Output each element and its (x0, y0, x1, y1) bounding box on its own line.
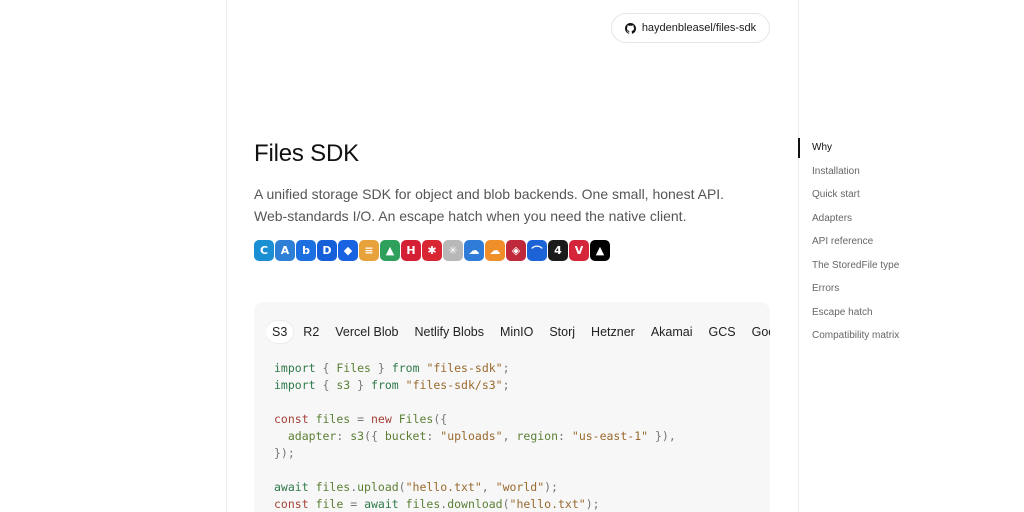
code-line: const file = await files.download("hello… (274, 497, 600, 511)
code-line: const files = new Files({ (274, 412, 448, 426)
dropbox-logo: ◆ (338, 240, 358, 261)
toc-item-installation[interactable]: Installation (798, 160, 899, 184)
code-line: import { Files } from "files-sdk"; (274, 361, 510, 375)
wasabi-logo: ✱ (422, 240, 442, 261)
backblaze-logo: ≡ (359, 240, 379, 261)
code-example-card: S3 R2 Vercel Blob Netlify Blobs MinIO Storj He… (254, 302, 770, 512)
tab-s3[interactable]: S3 (266, 321, 294, 343)
table-of-contents: Why Installation Quick start Adapters API re… (798, 136, 899, 348)
hetzner-logo: H (401, 240, 421, 261)
azure-logo: A (275, 240, 295, 261)
code-line: import { s3 } from "files-sdk/s3"; (274, 378, 510, 392)
github-repo-link[interactable]: haydenbleasel/files-sdk (611, 13, 770, 43)
tab-akamai[interactable]: Akamai (645, 321, 699, 343)
onedrive-logo: ☁ (464, 240, 484, 261)
provider-tabs: S3 R2 Vercel Blob Netlify Blobs MinIO Storj He… (266, 319, 770, 345)
page-description: A unified storage SDK for object and blo… (254, 186, 725, 224)
google-drive-logo: ▲ (380, 240, 400, 261)
provider-logo-row: C Ab D ◆ ≡ ▲ H ✱ ✳ ☁ ☁ ◈ ⌒ 4 V ▲ (254, 240, 610, 261)
akamai-logo: ⌒ (527, 240, 547, 261)
code-block: import { Files } from "files-sdk"; import… (274, 360, 676, 512)
tab-minio[interactable]: MinIO (494, 321, 539, 343)
github-repo-label: haydenbleasel/files-sdk (641, 22, 757, 34)
tigris-logo: ✳ (443, 240, 463, 261)
filebase-logo: ◈ (506, 240, 526, 261)
toc-item-api-reference[interactable]: API reference (798, 230, 899, 254)
github-icon (624, 22, 636, 34)
toc-item-escape-hatch[interactable]: Escape hatch (798, 301, 899, 325)
cloudflare-logo: C (254, 240, 274, 261)
page-title: Files SDK (254, 140, 359, 167)
code-line: adapter: s3({ bucket: "uploads", region:… (287, 429, 676, 443)
toc-item-why[interactable]: Why (798, 136, 899, 160)
content-left-border (226, 0, 227, 512)
minio-logo: 4 (548, 240, 568, 261)
tab-netlify-blobs[interactable]: Netlify Blobs (409, 321, 490, 343)
tab-vercel-blob[interactable]: Vercel Blob (329, 321, 404, 343)
code-line: }); (274, 446, 295, 460)
tab-hetzner[interactable]: Hetzner (585, 321, 641, 343)
vercel-logo: ▲ (590, 240, 610, 261)
toc-item-errors[interactable]: Errors (798, 277, 899, 301)
tab-google-drive[interactable]: Google Drive (746, 321, 770, 343)
tab-storj[interactable]: Storj (543, 321, 581, 343)
storj-logo: ☁ (485, 240, 505, 261)
tab-gcs[interactable]: GCS (703, 321, 742, 343)
toc-item-compatibility-matrix[interactable]: Compatibility matrix (798, 324, 899, 348)
toc-item-quick-start[interactable]: Quick start (798, 183, 899, 207)
tab-r2[interactable]: R2 (297, 321, 325, 343)
box-logo: b (296, 240, 316, 261)
digitalocean-logo: D (317, 240, 337, 261)
code-line: await files.upload("hello.txt", "world")… (274, 480, 558, 494)
toc-item-the-storedfile-type[interactable]: The StoredFile type (798, 254, 899, 278)
vultr-logo: V (569, 240, 589, 261)
toc-item-adapters[interactable]: Adapters (798, 207, 899, 231)
